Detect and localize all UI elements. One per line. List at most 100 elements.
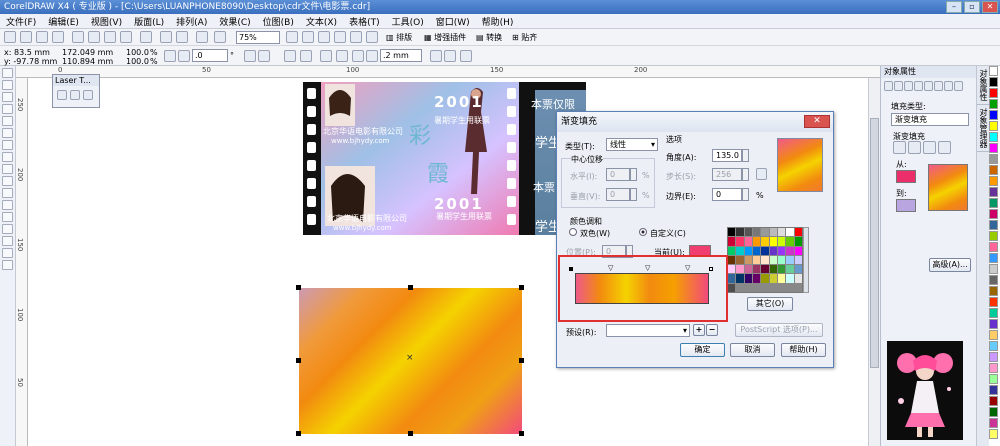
cut-icon[interactable] — [72, 31, 84, 43]
palette-strip-swatch[interactable] — [989, 308, 998, 318]
outline-tab-icon[interactable] — [894, 81, 903, 91]
to-front-icon[interactable] — [430, 50, 442, 62]
palette-strip-swatch[interactable] — [989, 143, 998, 153]
zoom-width-icon[interactable] — [350, 31, 362, 43]
palette-swatch[interactable] — [786, 228, 794, 237]
palette-strip-swatch[interactable] — [989, 385, 998, 395]
vertical-scrollbar[interactable] — [868, 78, 880, 446]
selection-handle[interactable] — [296, 358, 301, 363]
close-icon[interactable]: ✕ — [982, 1, 998, 13]
snap-button[interactable]: ⊞ 贴齐 — [512, 32, 537, 43]
palette-swatch[interactable] — [769, 246, 777, 255]
palette-swatch[interactable] — [736, 246, 744, 255]
palette-swatch[interactable] — [744, 246, 752, 255]
convert-button[interactable]: ▤ 转换 — [476, 32, 502, 43]
palette-strip-swatch[interactable] — [989, 363, 998, 373]
angle-input[interactable]: 135.0 — [712, 149, 742, 162]
rectangle-tab-icon[interactable] — [944, 81, 953, 91]
open-icon[interactable] — [20, 31, 32, 43]
menu-layout[interactable]: 版面(L) — [128, 15, 170, 28]
selection-handle[interactable] — [519, 431, 524, 436]
chamfer-icon[interactable] — [336, 50, 348, 62]
scrollbar-thumb[interactable] — [870, 118, 879, 368]
palette-swatch[interactable] — [728, 246, 736, 255]
text-tool-icon[interactable] — [2, 188, 13, 198]
palette-strip-swatch[interactable] — [989, 77, 998, 87]
fill-type-select[interactable]: 渐变填充 — [891, 113, 969, 126]
two-color-radio[interactable] — [569, 228, 577, 236]
palette-strip-swatch[interactable] — [989, 165, 998, 175]
palette-strip-swatch[interactable] — [989, 154, 998, 164]
interactive-tool-icon[interactable] — [2, 212, 13, 222]
menu-tools[interactable]: 工具(O) — [386, 15, 430, 28]
selection-handle[interactable] — [408, 285, 413, 290]
ticket-artwork[interactable]: 2001 暑期学生用联票 北京华语电影有限公司 www.bjhydy.com 彩… — [303, 82, 586, 235]
table-tool-icon[interactable] — [2, 200, 13, 210]
palette-swatch[interactable] — [794, 265, 802, 274]
palette-strip-swatch[interactable] — [989, 121, 998, 131]
palette-swatch[interactable] — [753, 228, 761, 237]
selection-handle[interactable] — [519, 285, 524, 290]
palette-strip-swatch[interactable] — [989, 88, 998, 98]
interactive-fill-icon[interactable] — [2, 260, 13, 270]
zoom-in-icon[interactable] — [286, 31, 298, 43]
linear-fill-icon[interactable] — [893, 141, 906, 154]
fill-tab-icon[interactable] — [884, 81, 893, 91]
paste-icon[interactable] — [104, 31, 116, 43]
palette-swatch[interactable] — [794, 255, 802, 265]
laser-tool-b-icon[interactable] — [70, 90, 80, 100]
vertical-input[interactable]: 0 — [606, 188, 630, 201]
conical-fill-icon[interactable] — [923, 141, 936, 154]
horizontal-input[interactable]: 0 — [606, 168, 630, 181]
palette-strip-swatch[interactable] — [989, 418, 998, 428]
palette-swatch[interactable] — [736, 237, 744, 246]
palette-swatch[interactable] — [769, 237, 777, 246]
zoom-fit-icon[interactable] — [318, 31, 330, 43]
palette-strip-swatch[interactable] — [989, 330, 998, 340]
palette-swatch[interactable] — [778, 265, 786, 274]
gradient-stop-icon[interactable]: ▽ — [608, 264, 613, 272]
convert-curves-icon[interactable] — [460, 50, 472, 62]
shape-tool-icon[interactable] — [2, 80, 13, 90]
color-palette-grid[interactable] — [727, 227, 803, 293]
maximize-icon[interactable]: ▫ — [964, 1, 980, 13]
menu-edit[interactable]: 编辑(E) — [42, 15, 85, 28]
lock-ratio-icon[interactable] — [164, 50, 176, 62]
outline-tool-icon[interactable] — [2, 236, 13, 246]
palette-strip-swatch[interactable] — [989, 429, 998, 439]
layout-button[interactable]: ▥ 排版 — [386, 32, 412, 43]
palette-strip-swatch[interactable] — [989, 198, 998, 208]
add-preset-icon[interactable]: + — [693, 324, 705, 336]
menu-window[interactable]: 窗口(W) — [430, 15, 476, 28]
gradient-editor-bar[interactable] — [575, 273, 709, 304]
pick-tool-icon[interactable] — [2, 68, 13, 78]
palette-swatch[interactable] — [728, 237, 736, 246]
color-palette-strip[interactable] — [989, 66, 1000, 446]
vertical-spinner-icon[interactable] — [630, 188, 637, 201]
palette-swatch[interactable] — [728, 255, 736, 265]
rectangle-corner-icon[interactable] — [284, 50, 296, 62]
palette-swatch[interactable] — [794, 237, 802, 246]
copy-icon[interactable] — [88, 31, 100, 43]
postscript-options-button[interactable]: PostScript 选项(P)... — [735, 323, 823, 337]
menu-help[interactable]: 帮助(H) — [476, 15, 520, 28]
scallop-icon[interactable] — [352, 50, 364, 62]
palette-swatch[interactable] — [744, 265, 752, 274]
export-icon[interactable] — [176, 31, 188, 43]
palette-swatch[interactable] — [744, 274, 752, 283]
advanced-button[interactable]: 高级(A)... — [929, 258, 971, 272]
mirror-h-icon[interactable] — [244, 50, 256, 62]
to-back-icon[interactable] — [444, 50, 456, 62]
selection-handle[interactable] — [296, 431, 301, 436]
palette-swatch[interactable] — [778, 237, 786, 246]
palette-swatch[interactable] — [753, 255, 761, 265]
palette-swatch[interactable] — [728, 265, 736, 274]
crop-tool-icon[interactable] — [2, 92, 13, 102]
angle-spinner-icon[interactable] — [742, 149, 749, 162]
radial-fill-icon[interactable] — [908, 141, 921, 154]
selection-handle[interactable] — [296, 285, 301, 290]
internet-tab-icon[interactable] — [924, 81, 933, 91]
palette-swatch[interactable] — [753, 246, 761, 255]
print-icon[interactable] — [52, 31, 64, 43]
palette-swatch[interactable] — [761, 246, 769, 255]
